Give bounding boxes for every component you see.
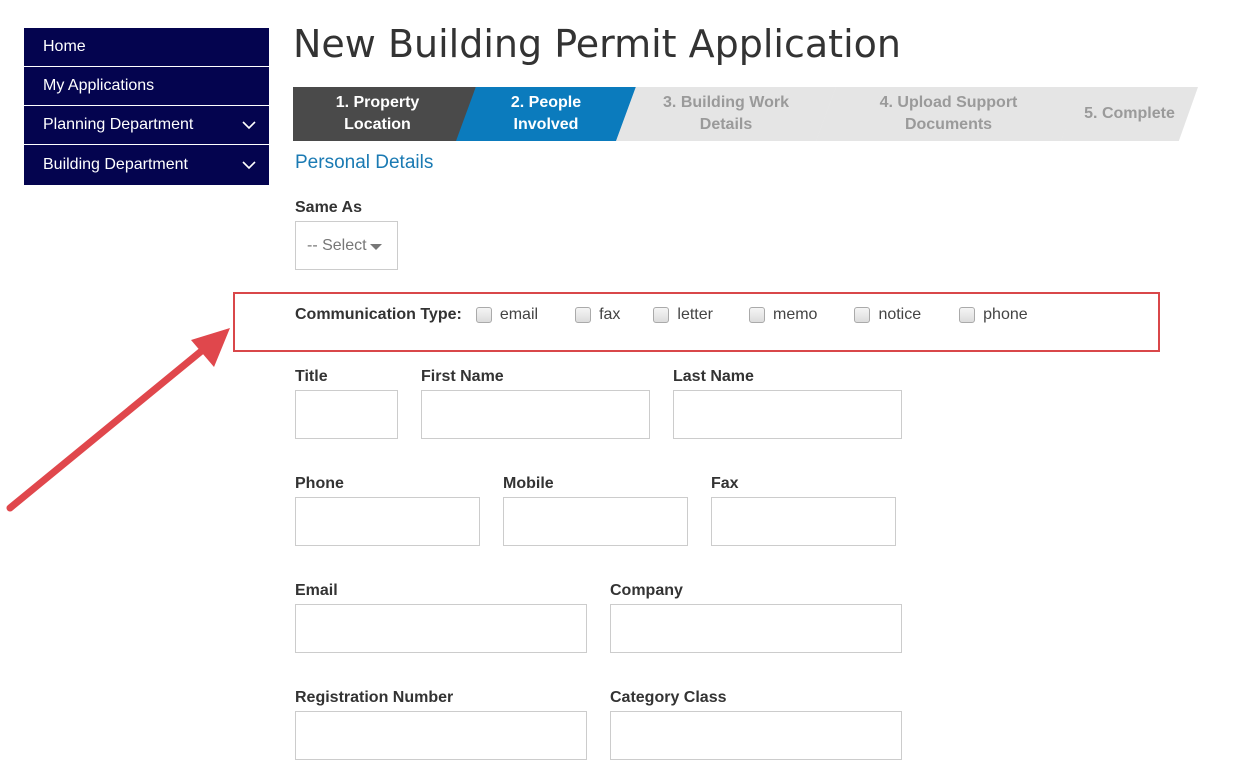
title-input[interactable]	[295, 390, 398, 439]
communication-type-label: Communication Type:	[295, 306, 462, 323]
step-people-involved[interactable]: 2. People Involved	[456, 87, 636, 141]
company-input[interactable]	[610, 604, 902, 653]
sidebar-item-label: Home	[43, 38, 86, 55]
section-title: Personal Details	[295, 152, 434, 173]
sidebar-item-building-department[interactable]: Building Department	[24, 145, 269, 185]
checkbox-box[interactable]	[575, 307, 592, 323]
last-name-input[interactable]	[673, 390, 902, 439]
same-as-label: Same As	[295, 199, 362, 216]
same-as-select[interactable]: -- Select	[295, 221, 398, 270]
first-name-input[interactable]	[421, 390, 650, 439]
phone-input[interactable]	[295, 497, 480, 546]
mobile-input[interactable]	[503, 497, 688, 546]
step-property-location[interactable]: 1. Property Location	[293, 87, 476, 141]
first-name-label: First Name	[421, 368, 504, 385]
step-label: 3. Building Work Details	[663, 94, 789, 133]
title-label: Title	[295, 368, 328, 385]
fax-input[interactable]	[711, 497, 896, 546]
checkbox-box[interactable]	[475, 307, 492, 323]
mobile-label: Mobile	[503, 475, 554, 492]
checkbox-notice[interactable]: notice	[854, 306, 921, 324]
same-as-selected-value: -- Select	[307, 236, 367, 254]
chevron-down-icon[interactable]	[241, 117, 257, 133]
step-complete[interactable]: 5. Complete	[1061, 87, 1198, 141]
step-building-work-details[interactable]: 3. Building Work Details	[616, 87, 836, 141]
step-label: 5. Complete	[1084, 105, 1175, 122]
sidebar-item-label: Planning Department	[43, 116, 194, 133]
checkbox-phone[interactable]: phone	[959, 306, 1028, 324]
registration-number-label: Registration Number	[295, 689, 454, 706]
checkbox-fax[interactable]: fax	[575, 306, 620, 324]
registration-number-input[interactable]	[295, 711, 587, 760]
company-label: Company	[610, 582, 683, 599]
sidebar-item-label: My Applications	[43, 77, 155, 94]
checkbox-label: email	[499, 306, 539, 323]
checkbox-label: memo	[772, 306, 818, 323]
fax-label: Fax	[711, 475, 739, 492]
checkbox-label: fax	[599, 306, 621, 323]
email-input[interactable]	[295, 604, 587, 653]
last-name-label: Last Name	[673, 368, 754, 385]
category-class-label: Category Class	[610, 689, 727, 706]
sidebar-item-home[interactable]: Home	[24, 28, 269, 67]
email-label: Email	[295, 582, 338, 599]
checkbox-letter[interactable]: letter	[653, 306, 713, 324]
checkbox-box[interactable]	[854, 307, 871, 323]
phone-label: Phone	[295, 475, 344, 492]
category-class-input[interactable]	[610, 711, 902, 760]
sidebar-nav: Home My Applications Planning Department…	[24, 28, 269, 185]
checkbox-email[interactable]: email	[475, 306, 539, 324]
checkbox-label: notice	[878, 306, 922, 323]
checkbox-memo[interactable]: memo	[748, 306, 818, 324]
sidebar-item-label: Building Department	[43, 156, 188, 173]
checkbox-label: phone	[983, 306, 1028, 323]
step-label: 2. People Involved	[510, 94, 582, 133]
step-label: 1. Property Location	[335, 94, 420, 133]
checkbox-box[interactable]	[653, 307, 670, 323]
step-label: 4. Upload Support Documents	[879, 94, 1018, 133]
step-upload-support-documents[interactable]: 4. Upload Support Documents	[816, 87, 1081, 141]
caret-down-icon	[369, 244, 382, 250]
sidebar-item-planning-department[interactable]: Planning Department	[24, 106, 269, 145]
communication-type-row: Communication Type: email fax letter mem…	[295, 303, 1028, 327]
wizard-steps: 1. Property Location 2. People Involved …	[293, 87, 1198, 141]
checkbox-box[interactable]	[959, 307, 976, 323]
chevron-down-icon[interactable]	[241, 157, 257, 173]
checkbox-box[interactable]	[748, 307, 765, 323]
checkbox-label: letter	[677, 306, 713, 323]
page-title: New Building Permit Application	[293, 22, 901, 66]
sidebar-item-my-applications[interactable]: My Applications	[24, 67, 269, 106]
